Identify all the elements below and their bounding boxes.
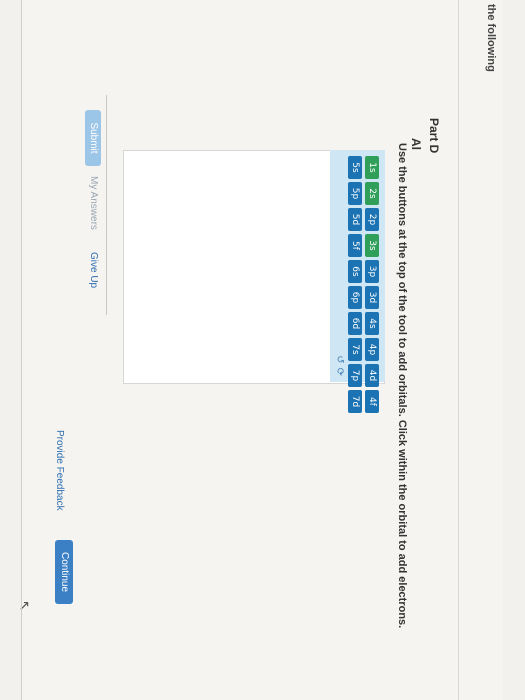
orbital-button-6d[interactable]: 6d <box>348 312 362 335</box>
continue-button[interactable]: Continue <box>55 540 73 604</box>
element-symbol: Al <box>409 138 423 150</box>
part-title: Part D <box>427 118 441 154</box>
orbital-button-3p[interactable]: 3p <box>365 260 379 283</box>
orbital-button-6s[interactable]: 6s <box>348 260 362 283</box>
orbital-button-2s[interactable]: 2s <box>365 182 379 205</box>
page-edge-rule <box>21 0 22 700</box>
orbital-button-2p[interactable]: 2p <box>365 208 379 231</box>
cursor-icon: ↖ <box>17 600 33 612</box>
reset-icon[interactable]: ⟳ <box>334 368 345 376</box>
orbital-button-7d[interactable]: 7d <box>348 390 362 413</box>
undo-icon[interactable]: ↺ <box>334 355 345 363</box>
answer-divider <box>106 95 107 315</box>
orbital-button-4p[interactable]: 4p <box>365 338 379 361</box>
instructions: Use the buttons at the top of the tool t… <box>396 143 408 629</box>
orbital-button-1s[interactable]: 1s <box>365 156 379 179</box>
prompt-fragment: the following <box>485 4 497 72</box>
orbital-button-3s[interactable]: 3s <box>365 234 379 257</box>
orbital-button-4s[interactable]: 4s <box>365 312 379 335</box>
orbital-button-4f[interactable]: 4f <box>365 390 379 413</box>
submit-button[interactable]: Submit <box>85 110 101 166</box>
orbital-button-row-1: 1s 2s 2p 3s 3p 3d 4s 4p 4d 4f <box>365 156 379 413</box>
feedback-link[interactable]: Provide Feedback <box>54 430 65 511</box>
orbital-button-4d[interactable]: 4d <box>365 364 379 387</box>
tool-icons: ↺ ⟳ <box>334 156 345 376</box>
orbital-button-5d[interactable]: 5d <box>348 208 362 231</box>
my-answers-link[interactable]: My Answers <box>88 176 99 230</box>
orbital-button-5p[interactable]: 5p <box>348 182 362 205</box>
page-content: the following Part D Al Use the buttons … <box>0 0 525 700</box>
give-up-link[interactable]: Give Up <box>88 252 99 288</box>
orbital-toolbar: 1s 2s 2p 3s 3p 3d 4s 4p 4d 4f 5s 5p 5d 5f 6s 6p 6d 7s 7p 7… <box>330 150 385 413</box>
orbital-button-7s[interactable]: 7s <box>348 338 362 361</box>
orbital-button-5s[interactable]: 5s <box>348 156 362 179</box>
divider <box>458 0 459 700</box>
orbital-button-row-2: 5s 5p 5d 5f 6s 6p 6d 7s 7p 7d <box>348 156 362 413</box>
orbital-button-7p[interactable]: 7p <box>348 364 362 387</box>
orbital-button-6p[interactable]: 6p <box>348 286 362 309</box>
orbital-button-3d[interactable]: 3d <box>365 286 379 309</box>
main-panel: the following Part D Al Use the buttons … <box>17 0 503 700</box>
orbital-button-5f[interactable]: 5f <box>348 234 362 257</box>
